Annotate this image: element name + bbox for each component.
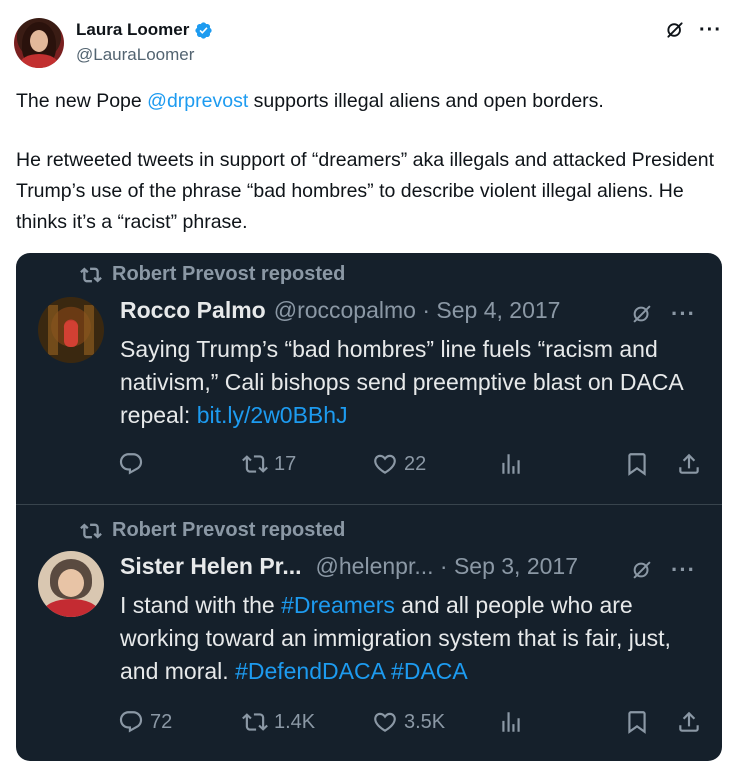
mention-link[interactable]: @drprevost xyxy=(147,90,248,112)
hashtag-daca[interactable]: #DACA xyxy=(391,658,468,684)
share-icon xyxy=(679,453,699,474)
tweet-1-meta[interactable]: @roccopalmo · Sep 4, 2017 xyxy=(274,297,561,324)
repost-label-row: Robert Prevost reposted xyxy=(80,519,345,542)
like-count: 3.5K xyxy=(404,710,446,733)
author-handle[interactable]: @LauraLoomer xyxy=(76,45,194,65)
rocco-avatar[interactable] xyxy=(38,297,104,363)
repost-button[interactable]: 17 xyxy=(242,451,296,477)
bookmark-button[interactable] xyxy=(624,709,650,735)
grok-icon[interactable] xyxy=(631,303,653,325)
bookmark-button[interactable] xyxy=(624,451,650,477)
like-icon xyxy=(374,712,396,732)
like-count: 22 xyxy=(404,452,427,475)
author-avatar[interactable] xyxy=(14,18,64,68)
views-icon xyxy=(502,712,520,732)
author-name[interactable]: Laura Loomer xyxy=(76,20,189,40)
like-button[interactable]: 22 xyxy=(372,451,426,477)
bookmark-icon xyxy=(628,453,646,476)
text-span: The new Pope xyxy=(16,90,148,112)
bookmark-icon xyxy=(628,711,646,734)
author-name-row: Laura Loomer xyxy=(76,20,213,40)
hashtag-dreamers[interactable]: #Dreamers xyxy=(281,592,395,618)
tweet-1-top-actions: ··· xyxy=(631,301,696,327)
reply-icon xyxy=(119,711,143,733)
views-icon xyxy=(502,454,520,474)
tweet-2-top-actions: ··· xyxy=(631,557,696,583)
reply-count: 72 xyxy=(150,710,173,733)
header-actions: ··· xyxy=(665,20,722,40)
tweet-2-name[interactable]: Sister Helen Pr... xyxy=(120,553,302,580)
repost-button[interactable]: 1.4K xyxy=(242,709,315,735)
views-button[interactable] xyxy=(498,709,524,735)
tweet-text: The new Pope @drprevost supports illegal… xyxy=(16,86,728,238)
verified-badge-icon xyxy=(195,21,212,39)
reply-button[interactable]: 72 xyxy=(118,709,172,735)
share-icon xyxy=(679,711,699,732)
tweet-1-body: Saying Trump’s “bad hombres” line fuels … xyxy=(120,333,700,432)
text-span: supports illegal aliens and open borders… xyxy=(248,90,604,112)
like-button[interactable]: 3.5K xyxy=(372,709,445,735)
repost-label: Robert Prevost reposted xyxy=(112,263,346,285)
tweet-1-name[interactable]: Rocco Palmo xyxy=(120,297,266,324)
repost-label-row: Robert Prevost reposted xyxy=(80,263,345,286)
views-button[interactable] xyxy=(498,451,524,477)
tweet-2-meta[interactable]: @helenpr... · Sep 3, 2017 xyxy=(316,553,578,580)
helen-avatar[interactable] xyxy=(38,551,104,617)
repost-icon xyxy=(80,266,102,283)
reply-button[interactable] xyxy=(118,451,150,477)
more-icon[interactable]: ··· xyxy=(699,20,722,40)
like-icon xyxy=(374,454,396,474)
grok-icon[interactable] xyxy=(631,559,653,581)
more-icon[interactable]: ··· xyxy=(671,301,696,327)
more-icon[interactable]: ··· xyxy=(671,557,696,583)
tweet-1-header: Rocco Palmo @roccopalmo · Sep 4, 2017 xyxy=(120,297,560,324)
reply-icon xyxy=(119,453,143,475)
share-button[interactable] xyxy=(676,451,702,477)
tweet-divider xyxy=(16,504,722,505)
hashtag-defenddaca[interactable]: #DefendDACA xyxy=(235,658,385,684)
repost-count: 17 xyxy=(274,452,297,475)
share-button[interactable] xyxy=(676,709,702,735)
tweet-2-action-bar: 72 1.4K 3.5K xyxy=(118,709,708,739)
grok-icon[interactable] xyxy=(665,20,685,40)
tweet-2-header: Sister Helen Pr... @helenpr... · Sep 3, … xyxy=(120,553,578,580)
tweet-paragraph-2: He retweeted tweets in support of “dream… xyxy=(16,149,715,233)
tweet-1-action-bar: 17 22 xyxy=(118,451,708,481)
tweet-2-body: I stand with the #Dreamers and all peopl… xyxy=(120,589,700,688)
repost-icon xyxy=(80,522,102,539)
tweet-paragraph-1: The new Pope @drprevost supports illegal… xyxy=(16,86,728,117)
repost-label: Robert Prevost reposted xyxy=(112,519,346,541)
embedded-screenshot[interactable]: Robert Prevost reposted Rocco Palmo @roc… xyxy=(16,253,722,761)
tweet-2-text: I stand with the xyxy=(120,592,282,618)
repost-icon xyxy=(242,455,268,473)
repost-count: 1.4K xyxy=(274,710,316,733)
repost-icon xyxy=(242,713,268,731)
tweet-header: Laura Loomer @LauraLoomer ··· xyxy=(14,16,728,72)
tweet-1-link[interactable]: bit.ly/2w0BBhJ xyxy=(197,402,348,428)
